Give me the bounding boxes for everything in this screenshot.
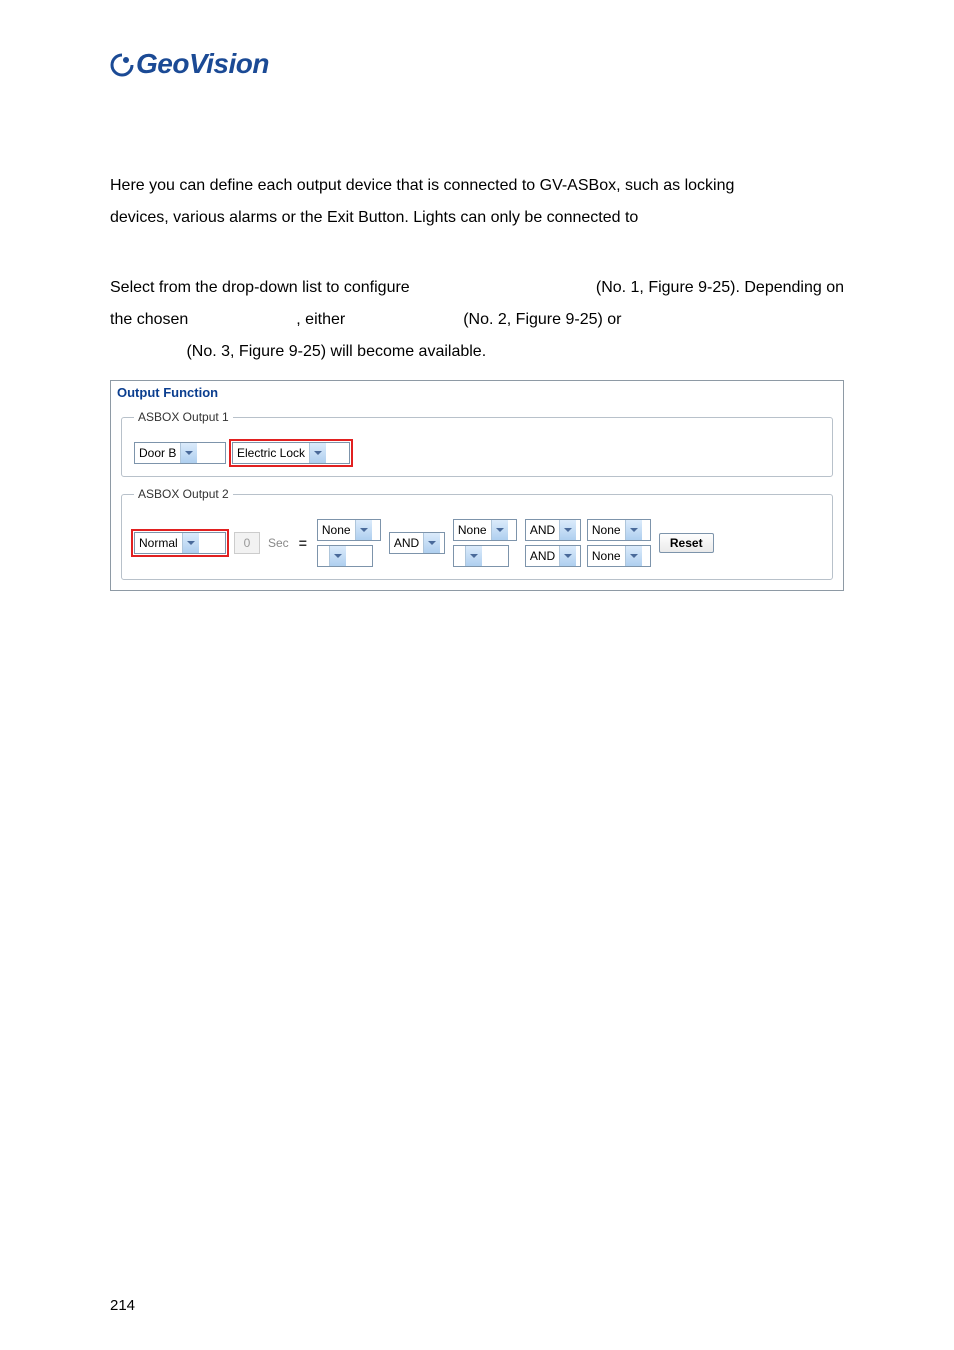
output2-cond3-top-value: None	[588, 520, 625, 540]
output2-cond2-top-select[interactable]: None	[453, 519, 517, 541]
output2-cond2-bottom-select[interactable]	[453, 545, 509, 567]
chevron-down-icon	[182, 533, 199, 553]
output2-seconds-label: Sec	[268, 536, 289, 550]
chevron-down-icon	[625, 520, 642, 540]
output2-cond3-top-select[interactable]: None	[587, 519, 651, 541]
chevron-down-icon	[559, 520, 576, 540]
instructions-paragraph: Select from the drop-down list to config…	[110, 272, 844, 368]
output2-cond3-bottom-select[interactable]: None	[587, 545, 651, 567]
output2-mode-select[interactable]: Normal	[134, 532, 226, 554]
output1-device-select[interactable]: Electric Lock	[232, 442, 350, 464]
output1-target-value: Door B	[135, 443, 180, 463]
page-number: 214	[110, 1297, 135, 1314]
instr-seg-2b: , either	[296, 304, 345, 336]
output2-logic2-bottom-select[interactable]: AND	[525, 545, 581, 567]
chevron-down-icon	[355, 520, 372, 540]
asbox-output-1-section: ASBOX Output 1 Door B Electric Lock	[121, 410, 833, 477]
instr-ref-1: (No. 1, Figure 9-25). Depending on	[596, 272, 844, 304]
intro-line-2: devices, various alarms or the Exit Butt…	[110, 202, 844, 234]
reset-button-label: Reset	[670, 536, 703, 550]
equals-sign: =	[297, 535, 309, 551]
instr-seg-1: Select from the drop-down list to config…	[110, 272, 410, 304]
brand-logo: GeoVision	[110, 48, 844, 80]
output-function-panel: Output Function ASBOX Output 1 Door B El…	[110, 380, 844, 591]
chevron-down-icon	[423, 533, 440, 553]
chevron-down-icon	[309, 443, 326, 463]
brand-name: GeoVision	[136, 48, 269, 80]
output2-logic2-top-select[interactable]: AND	[525, 519, 581, 541]
chevron-down-icon	[559, 546, 576, 566]
output2-logic2-top-value: AND	[526, 520, 559, 540]
asbox-output-1-legend: ASBOX Output 1	[134, 410, 233, 424]
panel-title: Output Function	[111, 381, 843, 406]
output2-seconds-input[interactable]: 0	[234, 532, 260, 554]
chevron-down-icon	[625, 546, 642, 566]
output1-device-value: Electric Lock	[233, 443, 309, 463]
output2-logic1-select[interactable]: AND	[389, 532, 445, 554]
output2-logic1-value: AND	[390, 533, 423, 553]
asbox-output-2-legend: ASBOX Output 2	[134, 487, 233, 501]
output1-target-select[interactable]: Door B	[134, 442, 226, 464]
output2-logic2-bottom-value: AND	[526, 546, 559, 566]
output2-cond1-bottom-value	[318, 546, 329, 566]
chevron-down-icon	[329, 546, 346, 566]
output2-cond2-top-value: None	[454, 520, 491, 540]
instr-ref-2: (No. 2, Figure 9-25) or	[463, 304, 621, 336]
output2-cond1-top-value: None	[318, 520, 355, 540]
output2-cond3-bottom-value: None	[588, 546, 625, 566]
output2-cond1-top-select[interactable]: None	[317, 519, 381, 541]
reset-button[interactable]: Reset	[659, 533, 714, 553]
logo-mark-icon	[110, 53, 132, 75]
chevron-down-icon	[180, 443, 197, 463]
intro-paragraph: Here you can define each output device t…	[110, 170, 844, 234]
output2-cond2-bottom-value	[454, 546, 465, 566]
output2-cond1-bottom-select[interactable]	[317, 545, 373, 567]
instr-seg-2a: the chosen	[110, 304, 188, 336]
chevron-down-icon	[491, 520, 508, 540]
chevron-down-icon	[465, 546, 482, 566]
intro-line-1: Here you can define each output device t…	[110, 170, 844, 202]
instr-ref-3: (No. 3, Figure 9-25) will become availab…	[186, 343, 486, 360]
output2-mode-value: Normal	[135, 533, 182, 553]
asbox-output-2-section: ASBOX Output 2 Normal 0 Sec = None	[121, 487, 833, 580]
